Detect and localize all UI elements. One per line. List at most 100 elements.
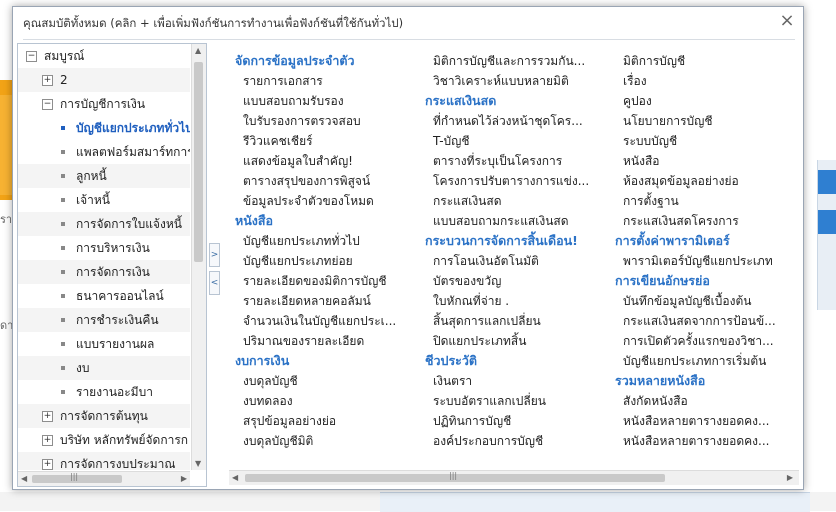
feature-link[interactable]: องค์ประกอบการบัญชี: [425, 431, 615, 451]
tree-item[interactable]: รายงานอะมีบา: [18, 380, 190, 404]
collapse-icon[interactable]: −: [26, 51, 37, 62]
feature-link[interactable]: นโยบายการบัญชี: [615, 111, 799, 131]
feature-link[interactable]: แสดงข้อมูลใบสำคัญ!: [235, 151, 425, 171]
feature-link[interactable]: หนังสือหลายตารางยอดคง...: [615, 431, 799, 451]
feature-link[interactable]: ปริมาณของรายละเอียด: [235, 331, 425, 351]
feature-link[interactable]: จำนวนเงินในบัญชีแยกประเ...: [235, 311, 425, 331]
tree-item[interactable]: ธนาคารออนไลน์: [18, 284, 190, 308]
feature-link[interactable]: การเปิดตัวครั้งแรกของวิชา...: [615, 331, 799, 351]
tree-vertical-scrollbar[interactable]: ▲ ▼: [191, 44, 206, 470]
tree-item[interactable]: +2: [18, 68, 190, 92]
feature-link[interactable]: รายละเอียดของมิติการบัญชี: [235, 271, 425, 291]
feature-link[interactable]: กระแสเงินสดโครงการ: [615, 211, 799, 231]
tree-item[interactable]: + การจัดการต้นทุน: [18, 404, 190, 428]
tree-item[interactable]: การจัดการเงิน: [18, 260, 190, 284]
section-heading: งบการเงิน: [235, 353, 290, 368]
expand-right-icon[interactable]: >: [209, 243, 220, 267]
feature-link[interactable]: รายละเอียดหลายคอลัมน์: [235, 291, 425, 311]
content-horizontal-scrollbar[interactable]: ◀ ||| ▶: [229, 470, 799, 485]
collapse-icon[interactable]: −: [42, 99, 53, 110]
bullet-icon: [61, 174, 65, 178]
feature-link[interactable]: บัญชีแยกประเภทการเริ่มต้น: [615, 351, 799, 371]
feature-link[interactable]: ปฏิทินการบัญชี: [425, 411, 615, 431]
feature-link[interactable]: งบดุลบัญชีมิติ: [235, 431, 425, 451]
feature-link[interactable]: รีวิวแคชเชียร์: [235, 131, 425, 151]
tree-item[interactable]: แพลตฟอร์มสมาร์ทการ: [18, 140, 190, 164]
tree-item-label: แพลตฟอร์มสมาร์ทการ: [76, 145, 190, 159]
background-right-tab[interactable]: [818, 170, 836, 194]
feature-link[interactable]: บัญชีแยกประเภททั่วไป: [235, 231, 425, 251]
expand-icon[interactable]: +: [42, 75, 53, 86]
scrollbar-thumb[interactable]: [194, 62, 203, 262]
tree-item[interactable]: ลูกหนี้: [18, 164, 190, 188]
feature-link[interactable]: ระบบอัตราแลกเปลี่ยน: [425, 391, 615, 411]
feature-link[interactable]: บัญชีแยกประเภทย่อย: [235, 251, 425, 271]
tree-item[interactable]: งบ: [18, 356, 190, 380]
feature-link[interactable]: ตารางที่ระบุเป็นโครงการ: [425, 151, 615, 171]
tree-item-label: สมบูรณ์: [44, 49, 85, 63]
tree-item-label: การจัดการงบประมาณ: [60, 457, 176, 470]
feature-link[interactable]: ตารางสรุปของการพิสูจน์: [235, 171, 425, 191]
tree-item[interactable]: − สมบูรณ์: [18, 44, 190, 68]
tree-item[interactable]: การบริหารเงิน: [18, 236, 190, 260]
close-icon[interactable]: ×: [777, 11, 797, 31]
feature-link[interactable]: ข้อมูลประจำตัวของโหมด: [235, 191, 425, 211]
feature-link[interactable]: หนังสือ: [615, 151, 799, 171]
feature-link[interactable]: กระแสเงินสดจากการป้อนข้...: [615, 311, 799, 331]
feature-link[interactable]: T-บัญชี: [425, 131, 615, 151]
feature-link[interactable]: กระแสเงินสด: [425, 191, 615, 211]
scroll-right-icon[interactable]: ▶: [181, 474, 187, 483]
tree-item[interactable]: บัญชีแยกประเภททั่วไป: [18, 116, 190, 140]
feature-link[interactable]: พารามิเตอร์บัญชีแยกประเภท: [615, 251, 799, 271]
tree-item[interactable]: เจ้าหนี้: [18, 188, 190, 212]
feature-link[interactable]: เรื่อง: [615, 71, 799, 91]
tree-item-label: การจัดการเงิน: [76, 265, 150, 279]
feature-link[interactable]: ใบรับรองการตรวจสอบ: [235, 111, 425, 131]
feature-link[interactable]: บัตรของขวัญ: [425, 271, 615, 291]
expand-icon[interactable]: +: [42, 411, 53, 422]
tree-horizontal-scrollbar[interactable]: ◀ ||| ▶: [18, 471, 190, 486]
tree-item[interactable]: แบบรายงานผล: [18, 332, 190, 356]
feature-link[interactable]: รายการเอกสาร: [235, 71, 425, 91]
feature-link[interactable]: มิติการบัญชีและการรวมกัน...: [425, 51, 615, 71]
feature-link[interactable]: มิติการบัญชี: [615, 51, 799, 71]
tree-item[interactable]: + บริษัท หลักทรัพย์จัดการก: [18, 428, 190, 452]
feature-link[interactable]: ห้องสมุดข้อมูลอย่างย่อ: [615, 171, 799, 191]
feature-link[interactable]: สิ้นสุดการแลกเปลี่ยน: [425, 311, 615, 331]
feature-link[interactable]: วิชาวิเคราะห์แบบหลายมิติ: [425, 71, 615, 91]
feature-link[interactable]: ระบบบัญชี: [615, 131, 799, 151]
scroll-right-icon[interactable]: ▶: [787, 473, 793, 482]
feature-link[interactable]: สังกัดหนังสือ: [615, 391, 799, 411]
feature-link[interactable]: คูปอง: [615, 91, 799, 111]
scroll-up-icon[interactable]: ▲: [195, 46, 201, 55]
scroll-left-icon[interactable]: ◀: [232, 473, 238, 482]
feature-link[interactable]: บันทึกข้อมูลบัญชีเบื้องต้น: [615, 291, 799, 311]
feature-link[interactable]: การตั้งฐาน: [615, 191, 799, 211]
feature-link[interactable]: การโอนเงินอัตโนมัติ: [425, 251, 615, 271]
tree-item[interactable]: − การบัญชีการเงิน: [18, 92, 190, 116]
feature-link[interactable]: ที่กำหนดไว้ล่วงหน้าชุดโคร...: [425, 111, 615, 131]
scroll-down-icon[interactable]: ▼: [195, 459, 201, 468]
scroll-left-icon[interactable]: ◀: [21, 474, 27, 483]
panel-splitter: > <: [209, 43, 220, 485]
feature-link[interactable]: เงินตรา: [425, 371, 615, 391]
feature-link[interactable]: โครงการปรับตารางการแข่ง...: [425, 171, 615, 191]
expand-icon[interactable]: +: [42, 459, 53, 470]
expand-icon[interactable]: +: [42, 435, 53, 446]
feature-link[interactable]: ปิดแยกประเภทสิ้น: [425, 331, 615, 351]
feature-link[interactable]: ใบหักณที่จ่าย .: [425, 291, 615, 311]
feature-link[interactable]: แบบสอบถามกระแสเงินสด: [425, 211, 615, 231]
scrollbar-thumb[interactable]: |||: [245, 471, 665, 482]
feature-link[interactable]: สรุปข้อมูลอย่างย่อ: [235, 411, 425, 431]
feature-link[interactable]: งบดุลบัญชี: [235, 371, 425, 391]
feature-link[interactable]: หนังสือหลายตารางยอดคง...: [615, 411, 799, 431]
tree-item[interactable]: การจัดการใบแจ้งหนี้: [18, 212, 190, 236]
collapse-left-icon[interactable]: <: [209, 271, 220, 295]
tree-item[interactable]: + การจัดการงบประมาณ: [18, 452, 190, 470]
feature-link[interactable]: งบทดลอง: [235, 391, 425, 411]
all-features-dialog: คุณสมบัติทั้งหมด (คลิก + เพื่อเพิ่มฟังก์…: [12, 6, 804, 490]
scrollbar-thumb[interactable]: |||: [32, 472, 122, 483]
tree-item[interactable]: การชำระเงินคืน: [18, 308, 190, 332]
background-right-tab[interactable]: [818, 210, 836, 234]
feature-link[interactable]: แบบสอบถามรับรอง: [235, 91, 425, 111]
